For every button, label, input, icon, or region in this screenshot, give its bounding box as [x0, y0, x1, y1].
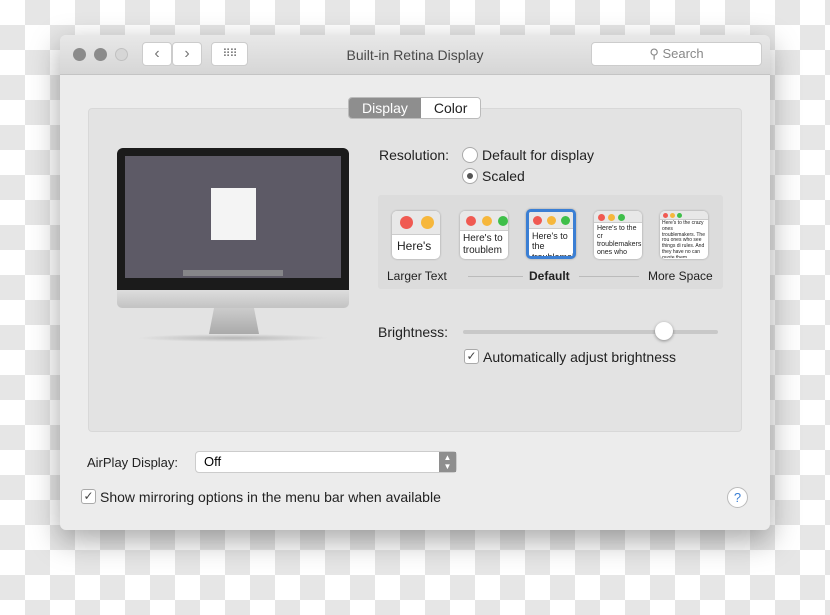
help-button[interactable]: ?: [727, 487, 748, 508]
scale-option-1[interactable]: Here's: [392, 211, 440, 259]
airplay-select[interactable]: Off ▲ ▼: [195, 451, 457, 473]
scale-option-3[interactable]: Here's to the troublemak ones who: [526, 209, 576, 259]
brightness-slider[interactable]: [463, 322, 718, 340]
search-input[interactable]: ⚲ Search: [591, 42, 762, 66]
mirroring-label: Show mirroring options in the menu bar w…: [100, 489, 441, 505]
tab-bar: Display Color: [348, 97, 482, 119]
radio-scaled[interactable]: [462, 168, 478, 184]
window: ‹ › ⠿⠿ Built-in Retina Display ⚲ Search …: [60, 35, 770, 530]
scale-option-2[interactable]: Here's to troublem: [460, 211, 508, 259]
airplay-label: AirPlay Display:: [87, 455, 179, 470]
apple-logo: [117, 290, 349, 308]
search-icon: ⚲: [649, 46, 659, 61]
brightness-label: Brightness:: [378, 324, 449, 340]
default-label: Default: [529, 269, 570, 283]
radio-default-for-display[interactable]: [462, 147, 478, 163]
radio-default-label: Default for display: [482, 147, 595, 163]
tab-color[interactable]: Color: [420, 98, 481, 118]
scale-option-5[interactable]: Here's to the crazy ones troublemakers. …: [660, 211, 708, 259]
imac-illustration: [117, 148, 349, 343]
scaled-options: Here's Here's to troublem Here's to the …: [378, 195, 723, 289]
scale-option-4[interactable]: Here's to the cr troublemakers. ones who…: [594, 211, 642, 259]
title-bar: ‹ › ⠿⠿ Built-in Retina Display ⚲ Search: [60, 35, 770, 75]
checkmark-icon: ✓: [466, 349, 477, 363]
auto-brightness-checkbox[interactable]: ✓: [464, 349, 479, 364]
up-down-chevron-icon: ▲ ▼: [439, 452, 456, 472]
checkmark-icon: ✓: [83, 489, 94, 503]
more-space-label: More Space: [648, 269, 713, 283]
tab-display[interactable]: Display: [349, 98, 421, 118]
radio-scaled-label: Scaled: [482, 168, 525, 184]
auto-brightness-label: Automatically adjust brightness: [483, 349, 676, 365]
mirroring-checkbox[interactable]: ✓: [81, 489, 96, 504]
larger-text-label: Larger Text: [387, 269, 447, 283]
resolution-label: Resolution:: [379, 147, 450, 163]
